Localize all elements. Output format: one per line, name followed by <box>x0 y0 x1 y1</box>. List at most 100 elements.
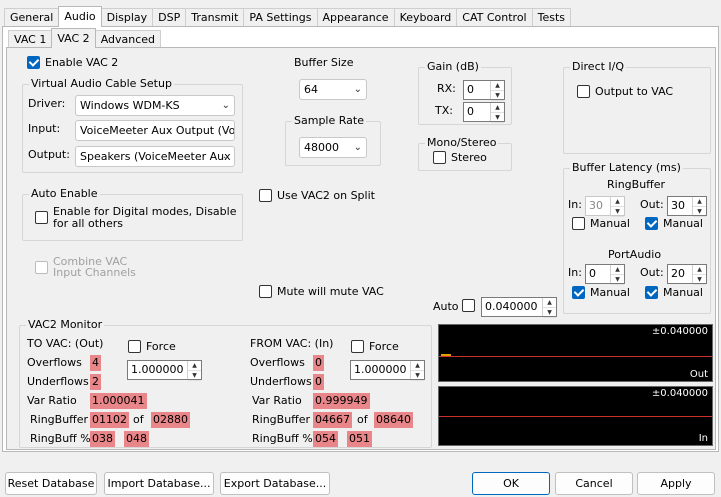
pa-manual-in-label: Manual <box>590 286 630 299</box>
rb-in-stepper[interactable]: 30 ▲ ▼ <box>585 196 625 217</box>
to-ringbuff-pct-a: 038 <box>90 431 115 447</box>
tab-general[interactable]: General <box>4 8 60 26</box>
checkbox-box <box>462 299 475 312</box>
pa-manual-out-checkbox[interactable]: Manual <box>645 286 703 299</box>
tab-advanced[interactable]: Advanced <box>94 30 162 47</box>
to-force-label: Force <box>146 340 176 353</box>
enable-vac2-checkbox[interactable]: Enable VAC 2 <box>27 56 118 69</box>
input-select[interactable]: VoiceMeeter Aux Output (Voi ⌄ <box>75 120 235 141</box>
vac-setup-legend: Virtual Audio Cable Setup <box>29 77 174 90</box>
chevron-down-icon: ⌄ <box>353 84 362 95</box>
tab-appearance[interactable]: Appearance <box>316 8 395 26</box>
from-ringbuffer-total: 08640 <box>374 412 413 428</box>
checkbox-box <box>572 286 585 299</box>
rb-manual-out-label: Manual <box>663 217 703 230</box>
from-ringbuffer-value: 04667 <box>313 412 352 428</box>
tab-vac2[interactable]: VAC 2 <box>51 28 96 48</box>
from-force-checkbox[interactable]: Force <box>351 340 399 353</box>
cancel-button[interactable]: Cancel <box>555 472 633 495</box>
checkbox-box <box>572 217 585 230</box>
stepper-arrows[interactable]: ▲ ▼ <box>490 81 504 101</box>
stepper-arrows[interactable]: ▲ ▼ <box>610 197 624 217</box>
reset-database-button[interactable]: Reset Database <box>5 472 97 495</box>
gain-legend: Gain (dB) <box>425 60 481 73</box>
import-database-button[interactable]: Import Database... <box>104 472 214 495</box>
tab-cat-control[interactable]: CAT Control <box>456 8 533 26</box>
to-overflows-label: Overflows <box>27 356 82 369</box>
main-tab-bar: General Audio Display DSP Transmit PA Se… <box>4 6 572 27</box>
input-label: Input: <box>28 122 61 135</box>
chevron-down-icon: ⌄ <box>221 125 230 136</box>
pa-in-stepper[interactable]: 0 ▲ ▼ <box>585 264 625 285</box>
rb-manual-out-checkbox[interactable]: Manual <box>645 217 703 230</box>
sample-rate-legend: Sample Rate <box>292 114 366 127</box>
checkbox-box <box>259 285 272 298</box>
sample-rate-select[interactable]: 48000 ⌄ <box>299 137 367 158</box>
stepper-arrows[interactable]: ▲ ▼ <box>692 265 706 285</box>
auto-checkbox[interactable] <box>462 299 480 312</box>
ok-button[interactable]: OK <box>472 472 550 495</box>
auto-value-stepper[interactable]: 0.040000 ▲ ▼ <box>481 297 557 318</box>
use-vac2-split-checkbox[interactable]: Use VAC2 on Split <box>259 189 375 202</box>
rb-manual-in-checkbox[interactable]: Manual <box>572 217 630 230</box>
pa-out-stepper[interactable]: 20 ▲ ▼ <box>667 264 707 285</box>
checkbox-box <box>35 261 48 274</box>
from-var-ratio-label: Var Ratio <box>252 394 302 407</box>
tab-audio[interactable]: Audio <box>58 6 102 27</box>
auto-enable-digital-checkbox[interactable]: Enable for Digital modes, Disable for all… <box>35 206 236 230</box>
vac2-monitor-legend: VAC2 Monitor <box>26 318 105 331</box>
stepper-arrows[interactable]: ▲ ▼ <box>692 197 706 217</box>
apply-button[interactable]: Apply <box>637 472 715 495</box>
tab-dsp[interactable]: DSP <box>152 8 187 26</box>
pa-manual-in-checkbox[interactable]: Manual <box>572 286 630 299</box>
pa-out-label: Out: <box>640 266 664 279</box>
rb-in-value: 30 <box>589 199 603 212</box>
from-force-label: Force <box>369 340 399 353</box>
to-force-checkbox[interactable]: Force <box>128 340 176 353</box>
from-underflows-label: Underflows <box>250 375 312 388</box>
rb-out-label: Out: <box>640 198 664 211</box>
from-ringbuffer-label: RingBuffer <box>252 413 311 426</box>
tx-gain-value: 0 <box>467 105 474 118</box>
portaudio-title: PortAudio <box>608 248 662 261</box>
from-of-label: of <box>357 413 368 426</box>
checkbox-box <box>433 151 446 164</box>
tab-keyboard[interactable]: Keyboard <box>393 8 458 26</box>
from-force-value-stepper[interactable]: 1.000000 ▲ ▼ <box>350 360 425 381</box>
buffer-size-select[interactable]: 64 ⌄ <box>299 79 367 100</box>
mono-stereo-legend: Mono/Stereo <box>425 136 499 149</box>
output-to-vac-checkbox[interactable]: Output to VAC <box>577 85 673 98</box>
to-force-value-stepper[interactable]: 1.000000 ▲ ▼ <box>127 360 202 381</box>
stepper-arrows[interactable]: ▲ ▼ <box>542 298 556 318</box>
rb-out-stepper[interactable]: 30 ▲ ▼ <box>667 196 707 217</box>
auto-enable-line2: for all others <box>53 217 124 230</box>
rb-out-value: 30 <box>671 199 685 212</box>
stepper-arrows[interactable]: ▲ ▼ <box>610 265 624 285</box>
buffer-size-legend: Buffer Size <box>294 56 354 69</box>
output-to-vac-label: Output to VAC <box>595 85 674 98</box>
tab-pa-settings[interactable]: PA Settings <box>243 8 318 26</box>
tx-gain-stepper[interactable]: 0 ▲ ▼ <box>463 102 505 123</box>
chevron-down-icon: ⌄ <box>221 100 230 111</box>
tab-transmit[interactable]: Transmit <box>185 8 245 26</box>
pa-manual-out-label: Manual <box>663 286 703 299</box>
output-select[interactable]: Speakers (VoiceMeeter Aux · ⌄ <box>75 146 235 167</box>
checkbox-box <box>27 56 40 69</box>
combine-vac-checkbox[interactable]: Combine VAC Input Channels <box>35 256 136 278</box>
mute-will-mute-vac-checkbox[interactable]: Mute will mute VAC <box>259 285 384 298</box>
tab-display[interactable]: Display <box>100 8 154 26</box>
combine-vac-line2: Input Channels <box>53 266 136 279</box>
tab-vac1[interactable]: VAC 1 <box>8 30 53 47</box>
stepper-arrows[interactable]: ▲ ▼ <box>410 361 424 381</box>
rx-gain-stepper[interactable]: 0 ▲ ▼ <box>463 80 505 101</box>
from-overflows-label: Overflows <box>250 356 305 369</box>
driver-select[interactable]: Windows WDM-KS ⌄ <box>75 95 235 116</box>
rb-in-label: In: <box>568 198 582 211</box>
ringbuffer-title: RingBuffer <box>607 178 666 191</box>
stepper-arrows[interactable]: ▲ ▼ <box>187 361 201 381</box>
export-database-button[interactable]: Export Database... <box>220 472 330 495</box>
stepper-arrows[interactable]: ▲ ▼ <box>490 103 504 123</box>
stereo-checkbox[interactable]: Stereo <box>433 151 487 164</box>
to-ringbuffer-label: RingBuffer <box>30 413 89 426</box>
tab-tests[interactable]: Tests <box>531 8 572 26</box>
